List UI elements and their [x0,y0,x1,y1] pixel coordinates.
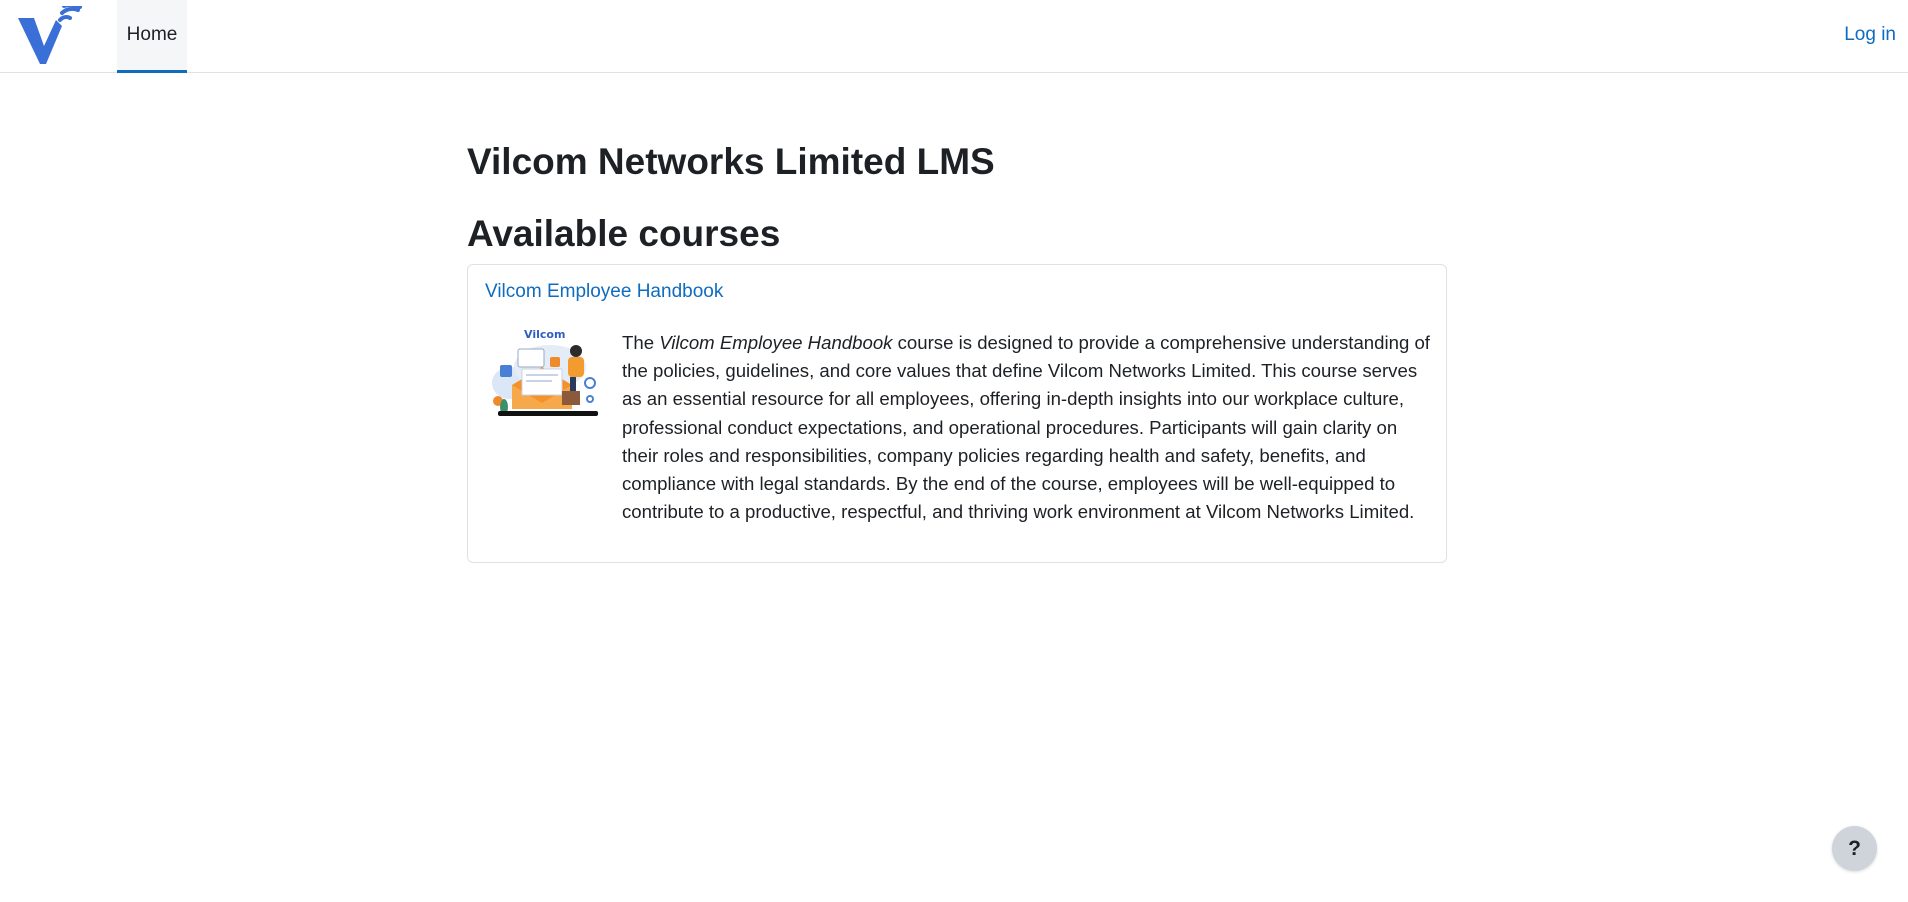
login-link[interactable]: Log in [1844,24,1896,46]
course-summary-prefix: The [622,332,660,353]
nav-home-tab[interactable]: Home [117,0,187,73]
nav-home-label: Home [126,24,178,45]
course-illustration-icon[interactable]: Vilcom [490,327,600,421]
help-icon: ? [1848,836,1861,860]
available-courses-heading: Available courses [467,213,781,254]
course-summary-emphasis: Vilcom Employee Handbook [659,332,893,353]
course-name-link[interactable]: Vilcom Employee Handbook [485,281,723,303]
top-navbar: Home Log in [0,0,1908,73]
page-title: Vilcom Networks Limited LMS [467,141,995,182]
help-button[interactable]: ? [1832,826,1877,871]
course-card: Vilcom Employee Handbook Vilcom The Vilc… [467,264,1447,563]
vilcom-logo-icon[interactable] [16,6,82,66]
course-image-logo-text: Vilcom [524,328,565,341]
course-summary-rest: course is designed to provide a comprehe… [622,332,1430,523]
course-summary: The Vilcom Employee Handbook course is d… [622,329,1434,526]
